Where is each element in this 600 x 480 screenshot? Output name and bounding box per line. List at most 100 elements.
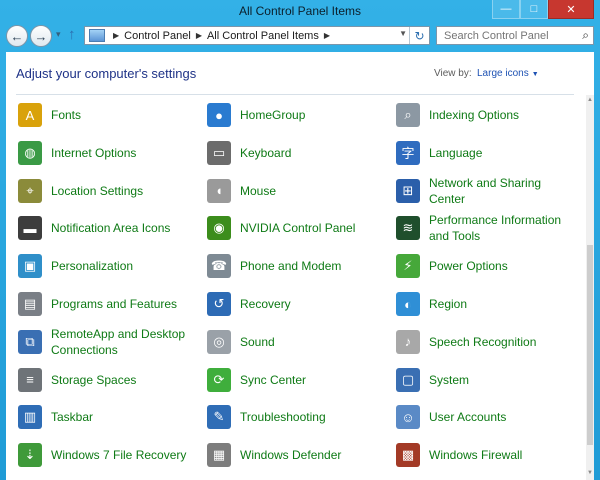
item-label[interactable]: Location Settings [51,183,191,199]
item-label[interactable]: Windows Defender [240,447,380,463]
view-by-dropdown[interactable]: Large icons ▼ [477,68,539,79]
control-panel-item[interactable]: ☺ User Accounts [384,399,569,435]
control-panel-item[interactable]: 字 Language [384,135,569,171]
item-label[interactable]: Network and Sharing Center [429,175,569,207]
vertical-scrollbar[interactable]: ▲ ▼ [586,95,594,480]
item-label[interactable]: Programs and Features [51,296,191,312]
control-panel-item[interactable]: ⌖ Location Settings [6,173,191,209]
breadcrumb-chevron-icon[interactable]: ▶ [196,31,202,40]
control-panel-item[interactable]: ⇣ Windows 7 File Recovery [6,437,191,473]
back-button[interactable]: ← [6,25,28,47]
control-panel-item[interactable]: ◉ NVIDIA Control Panel [195,210,380,246]
search-box[interactable]: ⌕ [436,26,594,45]
items-grid: A Fonts ● HomeGroup ⌕ Indexing Options ◍ Intern… [6,95,584,480]
control-panel-item[interactable]: A Fonts [6,97,191,133]
recent-locations-dropdown[interactable]: ▾ [56,29,61,40]
control-panel-item[interactable]: ⊞ Network and Sharing Center [384,173,569,209]
caption-buttons: — □ ✕ [492,0,594,19]
breadcrumb-all-items[interactable]: All Control Panel Items [207,30,319,42]
control-panel-item[interactable]: ◎ Sound [195,324,380,360]
control-panel-item[interactable]: ⟳ Sync Center [195,362,380,398]
item-label[interactable]: Notification Area Icons [51,220,191,236]
control-panel-icon [89,29,105,42]
programs-features-icon: ▤ [18,292,42,316]
item-label[interactable]: Phone and Modem [240,258,380,274]
item-label[interactable]: Performance Information and Tools [429,212,569,244]
control-panel-item[interactable]: ◍ Internet Options [6,135,191,171]
item-label[interactable]: Language [429,145,569,161]
title-bar[interactable]: All Control Panel Items — □ ✕ [0,0,600,22]
control-panel-item[interactable]: ↺ Recovery [195,286,380,322]
control-panel-item[interactable]: ♪ Speech Recognition [384,324,569,360]
item-label[interactable]: Sync Center [240,372,380,388]
item-label[interactable]: Region [429,296,569,312]
taskbar-icon: ▥ [18,405,42,430]
control-panel-item[interactable]: ● HomeGroup [195,97,380,133]
control-panel-window: All Control Panel Items — □ ✕ ← → ▾ ↑ ▶ … [0,0,600,480]
storage-spaces-icon: ≡ [18,367,42,392]
up-button[interactable]: ↑ [68,26,76,43]
item-label[interactable]: System [429,372,569,388]
search-input[interactable] [442,28,574,43]
control-panel-item[interactable]: ⌕ Indexing Options [384,97,569,133]
homegroup-icon: ● [207,103,231,127]
sync-center-icon: ⟳ [207,367,231,392]
control-panel-item[interactable]: ⧉ RemoteApp and Desktop Connections [6,324,191,360]
scroll-down-icon[interactable]: ▼ [586,470,594,478]
item-label[interactable]: Personalization [51,258,191,274]
forward-button[interactable]: → [30,25,52,47]
breadcrumb-chevron-icon[interactable]: ▶ [113,31,119,40]
mouse-icon: ◖ [207,178,231,203]
item-label[interactable]: User Accounts [429,409,569,425]
item-label[interactable]: Power Options [429,258,569,274]
recovery-icon: ↺ [207,292,231,316]
item-label[interactable]: RemoteApp and Desktop Connections [51,326,191,358]
control-panel-item[interactable]: ▤ Programs and Features [6,286,191,322]
control-panel-item[interactable]: ≋ Performance Information and Tools [384,210,569,246]
control-panel-item[interactable]: ▣ Personalization [6,248,191,284]
user-accounts-icon: ☺ [396,405,420,430]
minimize-button[interactable]: — [492,0,520,19]
item-label[interactable]: Internet Options [51,145,191,161]
chevron-down-icon: ▼ [531,71,539,78]
item-label[interactable]: Sound [240,334,380,350]
address-bar[interactable]: ▶ Control Panel ▶ All Control Panel Item… [84,26,430,45]
item-label[interactable]: Taskbar [51,409,191,425]
item-label[interactable]: Keyboard [240,145,380,161]
control-panel-item[interactable]: ⚡ Power Options [384,248,569,284]
item-label[interactable]: Windows 7 File Recovery [51,447,191,463]
address-dropdown-icon[interactable]: ▼ [399,29,407,38]
item-label[interactable]: NVIDIA Control Panel [240,220,380,236]
speech-recognition-icon: ♪ [396,329,420,354]
item-label[interactable]: Recovery [240,296,380,312]
item-label[interactable]: Fonts [51,107,191,123]
breadcrumb-control-panel[interactable]: Control Panel [124,30,191,42]
item-label[interactable]: Storage Spaces [51,372,191,388]
item-label[interactable]: HomeGroup [240,107,380,123]
control-panel-item[interactable]: ✎ Troubleshooting [195,399,380,435]
item-label[interactable]: Troubleshooting [240,409,380,425]
control-panel-item[interactable]: ≡ Storage Spaces [6,362,191,398]
item-label[interactable]: Indexing Options [429,107,569,123]
control-panel-item[interactable]: ◖ Mouse [195,173,380,209]
control-panel-item[interactable]: ▢ System [384,362,569,398]
search-icon[interactable]: ⌕ [582,28,589,43]
control-panel-item[interactable]: ▭ Keyboard [195,135,380,171]
maximize-button[interactable]: □ [520,0,548,19]
scrollbar-thumb[interactable] [587,245,593,445]
refresh-button[interactable]: ↻ [409,27,429,44]
scroll-up-icon[interactable]: ▲ [586,97,594,105]
internet-options-icon: ◍ [18,140,42,165]
item-label[interactable]: Speech Recognition [429,334,569,350]
control-panel-item[interactable]: ▬ Notification Area Icons [6,210,191,246]
close-button[interactable]: ✕ [548,0,594,19]
control-panel-item[interactable]: ◐ Region [384,286,569,322]
language-icon: 字 [396,140,420,165]
control-panel-item[interactable]: ▦ Windows Defender [195,437,380,473]
control-panel-item[interactable]: ☎ Phone and Modem [195,248,380,284]
control-panel-item[interactable]: ▥ Taskbar [6,399,191,435]
control-panel-item[interactable]: ▩ Windows Firewall [384,437,569,473]
item-label[interactable]: Windows Firewall [429,447,569,463]
breadcrumb-chevron-icon[interactable]: ▶ [324,31,330,40]
item-label[interactable]: Mouse [240,183,380,199]
